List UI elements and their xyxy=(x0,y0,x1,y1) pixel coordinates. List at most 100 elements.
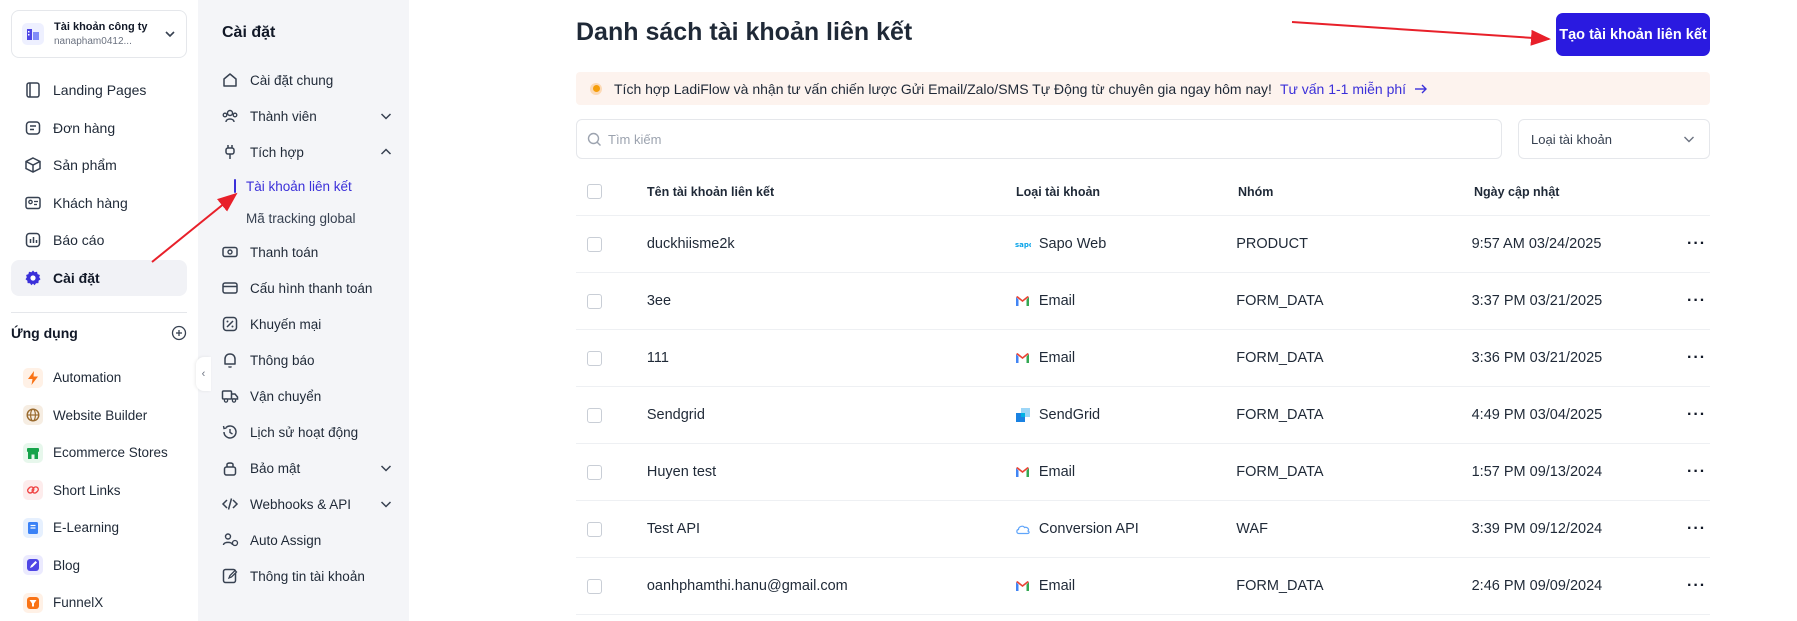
nav-item-reports[interactable]: Báo cáo xyxy=(11,222,187,258)
app-root: Tài khoản công ty nanapham0412... Landin… xyxy=(0,0,1797,621)
settings-title: Cài đặt xyxy=(222,24,276,41)
more-actions-icon[interactable]: ··· xyxy=(1687,235,1710,253)
sapo-icon: sapo xyxy=(1015,236,1031,252)
plug-icon xyxy=(220,142,240,162)
users-icon xyxy=(220,106,240,126)
nav-item-products[interactable]: Sản phẩm xyxy=(11,147,187,183)
gmail-icon xyxy=(1015,293,1031,309)
linked-accounts-table: Tên tài khoản liên kết Loại tài khoản Nh… xyxy=(576,168,1710,615)
chevron-down-icon[interactable] xyxy=(380,498,392,510)
row-checkbox[interactable] xyxy=(587,578,602,594)
table-row[interactable]: duckhiisme2k sapo Sapo Web PRODUCT 9:57 A… xyxy=(576,216,1710,273)
more-actions-icon[interactable]: ··· xyxy=(1687,577,1710,595)
truck-icon xyxy=(220,386,240,406)
nav-item-landing-pages[interactable]: Landing Pages xyxy=(11,72,187,108)
nav-item-customers[interactable]: Khách hàng xyxy=(11,185,187,221)
search-input[interactable] xyxy=(608,131,1488,147)
nav-item-settings[interactable]: Cài đặt xyxy=(11,259,187,296)
chevron-down-icon xyxy=(1684,136,1694,143)
app-item-short-links[interactable]: Short Links xyxy=(23,472,187,510)
settings-item-activity[interactable]: Lịch sử hoạt động xyxy=(220,414,392,450)
column-header-name[interactable]: Tên tài khoản liên kết xyxy=(647,185,1016,199)
group-cell: FORM_DATA xyxy=(1236,293,1324,309)
account-type-select[interactable]: Loại tài khoản xyxy=(1518,119,1710,159)
more-actions-icon[interactable]: ··· xyxy=(1687,406,1710,424)
nav-item-label: Khách hàng xyxy=(53,194,128,211)
settings-item-payment[interactable]: Thanh toán xyxy=(220,234,392,270)
row-checkbox[interactable] xyxy=(587,236,602,252)
orders-icon xyxy=(23,118,43,138)
settings-item-security[interactable]: Bảo mật xyxy=(220,450,392,486)
settings-item-label: Auto Assign xyxy=(250,532,322,548)
app-item-blog[interactable]: Blog xyxy=(23,547,187,585)
link-icon xyxy=(23,480,43,501)
table-row[interactable]: oanhphamthi.hanu@gmail.com Email FORM_DA… xyxy=(576,558,1710,615)
settings-item-payment-config[interactable]: Cấu hình thanh toán xyxy=(220,270,392,306)
account-email: nanapham0412... xyxy=(54,36,132,47)
updated-cell: 9:57 AM 03/24/2025 xyxy=(1471,236,1602,252)
column-header-type[interactable]: Loại tài khoản xyxy=(1016,185,1238,199)
settings-item-label: Vận chuyển xyxy=(250,388,322,404)
settings-item-notifications[interactable]: Thông báo xyxy=(220,342,392,378)
search-icon xyxy=(587,132,601,146)
nav-item-label: Sản phẩm xyxy=(53,157,117,173)
app-item-label: E-Learning xyxy=(53,520,120,536)
more-actions-icon[interactable]: ··· xyxy=(1687,349,1710,367)
row-checkbox[interactable] xyxy=(587,293,602,309)
create-linked-account-button[interactable]: Tạo tài khoản liên kết xyxy=(1556,13,1710,56)
row-checkbox[interactable] xyxy=(587,350,602,366)
settings-item-members[interactable]: Thành viên xyxy=(220,98,392,134)
table-row[interactable]: 3ee Email FORM_DATA 3:37 PM 03/21/2025 ·… xyxy=(576,273,1710,330)
select-all-checkbox[interactable] xyxy=(587,184,602,199)
settings-item-shipping[interactable]: Vận chuyển xyxy=(220,378,392,414)
account-name-cell: 111 xyxy=(646,350,669,366)
group-cell: FORM_DATA xyxy=(1236,350,1324,366)
main-nav: Landing Pages Đơn hàng Sản phẩm Khách hà… xyxy=(11,72,187,297)
app-item-label: Ecommerce Stores xyxy=(53,445,168,461)
settings-item-label: Thanh toán xyxy=(250,244,319,260)
column-header-updated[interactable]: Ngày cập nhật xyxy=(1474,185,1690,199)
row-checkbox[interactable] xyxy=(587,521,602,537)
more-actions-icon[interactable]: ··· xyxy=(1687,463,1710,481)
book-icon xyxy=(23,517,43,538)
more-actions-icon[interactable]: ··· xyxy=(1687,520,1710,538)
app-item-e-learning[interactable]: E-Learning xyxy=(23,509,187,547)
table-row[interactable]: Test API Conversion API WAF 3:39 PM 09/1… xyxy=(576,501,1710,558)
chevron-up-icon[interactable] xyxy=(380,146,392,158)
table-row[interactable]: Sendgrid SendGrid FORM_DATA 4:49 PM 03/0… xyxy=(576,387,1710,444)
sidebar-collapse-toggle[interactable]: ‹ xyxy=(196,357,211,391)
settings-item-auto-assign[interactable]: Auto Assign xyxy=(220,522,392,558)
add-circle-icon[interactable] xyxy=(171,325,187,341)
settings-item-account-info[interactable]: Thông tin tài khoản xyxy=(220,558,392,594)
chevron-down-icon[interactable] xyxy=(380,462,392,474)
column-header-group[interactable]: Nhóm xyxy=(1238,185,1474,199)
more-actions-icon[interactable]: ··· xyxy=(1687,292,1710,310)
settings-subitem-linked-accounts[interactable]: Tài khoản liên kết xyxy=(220,170,392,202)
settings-item-integration[interactable]: Tích hợp xyxy=(220,134,392,170)
nav-item-label: Landing Pages xyxy=(53,82,147,98)
app-item-automation[interactable]: Automation xyxy=(23,359,187,397)
app-item-website-builder[interactable]: Website Builder xyxy=(23,397,187,435)
search-box[interactable] xyxy=(576,119,1502,159)
row-checkbox[interactable] xyxy=(587,464,602,480)
settings-item-general[interactable]: Cài đặt chung xyxy=(220,62,392,98)
settings-item-promotion[interactable]: Khuyến mại xyxy=(220,306,392,342)
group-cell: PRODUCT xyxy=(1236,236,1308,252)
nav-item-orders[interactable]: Đơn hàng xyxy=(11,110,187,146)
row-checkbox[interactable] xyxy=(587,407,602,423)
company-logo-icon xyxy=(22,23,44,45)
discount-icon xyxy=(220,314,240,334)
app-item-funnelx[interactable]: FunnelX xyxy=(23,584,187,621)
code-icon xyxy=(220,494,240,514)
table-row[interactable]: 111 Email FORM_DATA 3:36 PM 03/21/2025 ·… xyxy=(576,330,1710,387)
account-name: Tài khoản công ty xyxy=(54,21,148,33)
app-item-ecommerce-stores[interactable]: Ecommerce Stores xyxy=(23,434,187,472)
chevron-down-icon[interactable] xyxy=(380,110,392,122)
history-icon xyxy=(220,422,240,442)
settings-subitem-tracking[interactable]: Mã tracking global xyxy=(220,202,392,234)
table-row[interactable]: Huyen test Email FORM_DATA 1:57 PM 09/13… xyxy=(576,444,1710,501)
consult-link[interactable]: Tư vấn 1-1 miễn phí xyxy=(1280,81,1428,97)
nav-item-label: Đơn hàng xyxy=(53,119,116,136)
account-switcher[interactable]: Tài khoản công ty nanapham0412... xyxy=(11,10,187,58)
settings-item-webhooks[interactable]: Webhooks & API xyxy=(220,486,392,522)
